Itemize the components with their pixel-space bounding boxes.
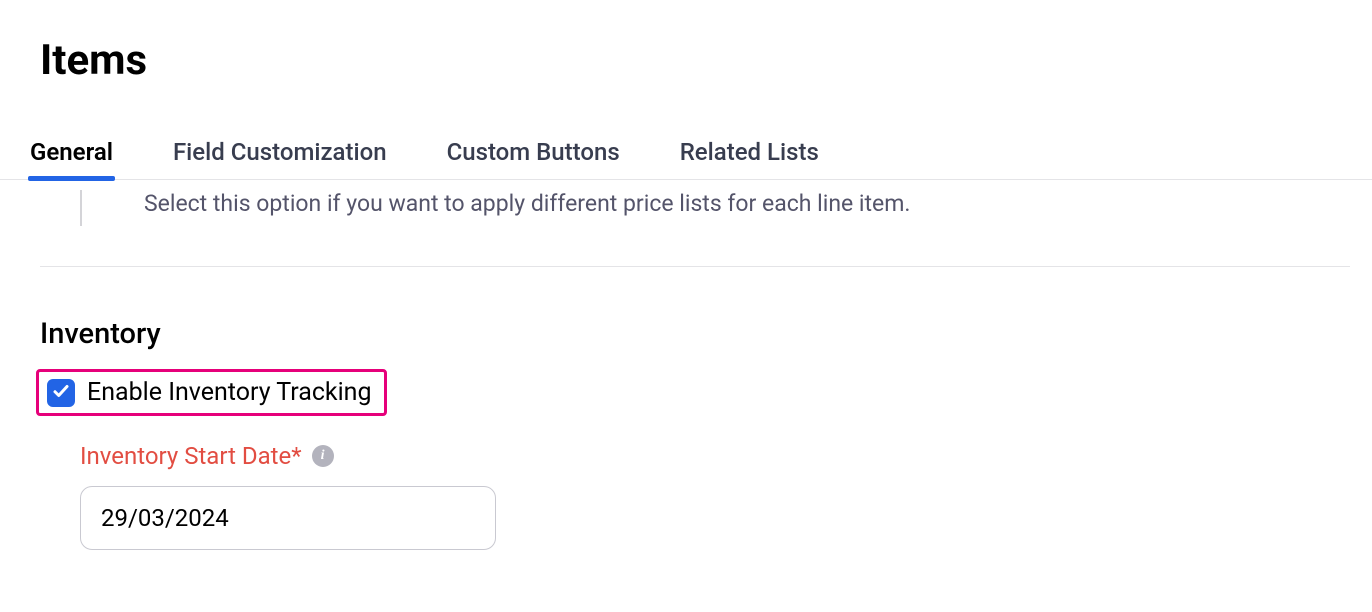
helper-bar: [80, 190, 82, 226]
inventory-start-date-input[interactable]: 29/03/2024: [80, 486, 496, 550]
section-divider: [40, 266, 1350, 267]
inventory-start-date-label-row: Inventory Start Date* i: [80, 442, 1372, 470]
tab-related-lists[interactable]: Related Lists: [678, 138, 821, 180]
tab-custom-buttons[interactable]: Custom Buttons: [445, 138, 622, 180]
enable-inventory-tracking-checkbox[interactable]: [47, 379, 75, 407]
tab-general[interactable]: General: [28, 138, 115, 180]
inventory-heading: Inventory: [40, 317, 1372, 351]
check-icon: [52, 382, 70, 404]
info-icon[interactable]: i: [312, 445, 334, 467]
helper-text: Select this option if you want to apply …: [144, 188, 910, 220]
enable-inventory-tracking-label: Enable Inventory Tracking: [87, 378, 372, 407]
enable-inventory-tracking-row: Enable Inventory Tracking: [36, 369, 387, 416]
tab-field-customization[interactable]: Field Customization: [171, 138, 389, 180]
tab-bar: General Field Customization Custom Butto…: [0, 137, 1372, 180]
inventory-start-date-value: 29/03/2024: [101, 504, 229, 532]
helper-row: Select this option if you want to apply …: [0, 188, 1372, 226]
inventory-start-date-label: Inventory Start Date*: [80, 442, 302, 470]
page-title: Items: [0, 0, 1372, 85]
